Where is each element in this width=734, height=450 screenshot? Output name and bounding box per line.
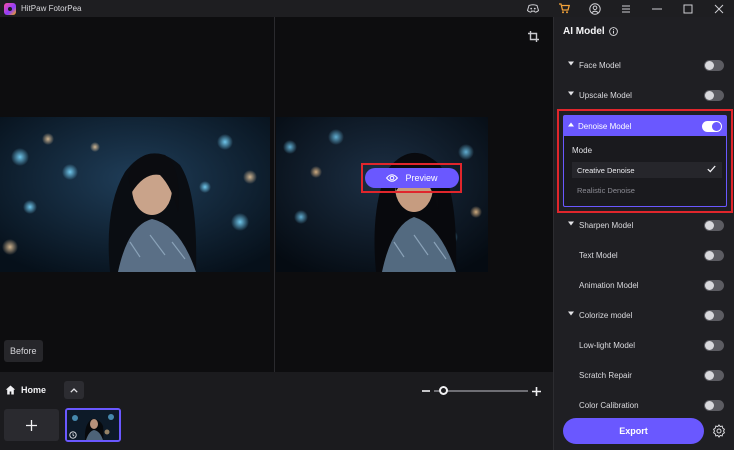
plus-icon [531,386,541,396]
title-bar: HitPaw FotorPea [0,0,734,17]
caret-up-icon [568,122,574,127]
home-icon [5,385,16,395]
ai-model-panel: AI Model Face Model Upscale Model Sharpe… [553,17,734,450]
option-label: Realistic Denoise [577,185,635,195]
model-label: Colorize model [579,310,633,320]
image-canvas: Before [0,17,553,372]
minimize-icon[interactable] [641,0,672,17]
model-row-text[interactable]: Text Model [554,245,734,265]
app-title: HitPaw FotorPea [21,4,82,13]
panel-title: AI Model [563,26,618,37]
zoom-slider-knob[interactable] [439,386,449,395]
model-row-sharpen[interactable]: Sharpen Model [554,215,734,235]
bottom-bar: Home [0,372,553,450]
eye-icon [386,174,399,182]
text-model-toggle[interactable] [704,250,724,261]
scratch-repair-toggle[interactable] [704,370,724,381]
model-row-colorize[interactable]: Colorize model [554,305,734,325]
settings-gear-icon[interactable] [712,424,726,438]
option-realistic-denoise[interactable]: Realistic Denoise [572,182,722,198]
before-label: Before [4,340,43,362]
model-row-upscale[interactable]: Upscale Model [554,85,734,105]
chevron-up-icon [70,387,78,393]
plus-icon [26,419,37,431]
model-label: Animation Model [579,280,639,290]
zoom-out-button[interactable] [420,383,432,399]
color-calibration-toggle[interactable] [704,400,724,411]
model-label: Upscale Model [579,90,632,100]
colorize-model-toggle[interactable] [704,310,724,321]
animation-model-toggle[interactable] [704,280,724,291]
minus-icon [422,390,430,392]
option-creative-denoise[interactable]: Creative Denoise [572,162,722,178]
app-logo-icon [4,2,16,15]
zoom-in-button[interactable] [530,383,542,399]
account-icon[interactable] [579,0,610,17]
caret-down-icon [568,311,574,316]
collapse-panel-button[interactable] [64,381,84,399]
model-row-animation[interactable]: Animation Model [554,275,734,295]
cart-icon[interactable] [548,0,579,17]
image-thumbnail[interactable] [65,408,121,442]
preview-label: Preview [405,173,438,183]
info-icon[interactable] [608,27,618,36]
face-model-toggle[interactable] [704,60,724,71]
denoise-model-section: Denoise Model Mode Creative Denoise Real… [563,115,727,207]
title-bar-controls [517,0,734,17]
denoise-model-toggle[interactable] [702,121,722,132]
model-row-low-light[interactable]: Low-light Model [554,335,734,355]
checkmark-icon [707,165,716,173]
panel-title-text: AI Model [563,26,605,37]
close-icon[interactable] [703,0,734,17]
model-label: Sharpen Model [579,220,634,230]
denoise-model-label: Denoise Model [578,121,632,131]
split-divider[interactable] [274,17,275,372]
home-tab[interactable]: Home [5,381,46,399]
model-label: Text Model [579,250,618,260]
model-row-face[interactable]: Face Model [554,55,734,75]
zoom-control [420,383,542,399]
model-row-color-calibration[interactable]: Color Calibration [554,395,734,415]
model-row-scratch-repair[interactable]: Scratch Repair [554,365,734,385]
crop-icon[interactable] [528,29,539,47]
discord-icon[interactable] [517,0,548,17]
mode-label: Mode [572,146,593,155]
caret-down-icon [568,91,574,96]
upscale-model-toggle[interactable] [704,90,724,101]
menu-icon[interactable] [610,0,641,17]
app-window: HitPaw FotorPea Before Preview Home AI M… [0,0,734,450]
add-image-button[interactable] [4,409,59,441]
zoom-slider-track[interactable] [434,390,528,392]
option-label: Creative Denoise [577,165,635,175]
after-image [276,117,488,272]
home-label: Home [21,385,47,395]
model-label: Scratch Repair [579,370,632,380]
export-button[interactable]: Export [563,418,704,444]
model-label: Color Calibration [579,400,639,410]
before-image [0,117,270,272]
model-label: Low-light Model [579,340,636,350]
sharpen-model-toggle[interactable] [704,220,724,231]
preview-button[interactable]: Preview [365,168,459,188]
caret-down-icon [568,61,574,66]
caret-down-icon [568,221,574,226]
model-label: Face Model [579,60,621,70]
low-light-model-toggle[interactable] [704,340,724,351]
denoise-model-header[interactable]: Denoise Model [564,116,726,136]
maximize-icon[interactable] [672,0,703,17]
